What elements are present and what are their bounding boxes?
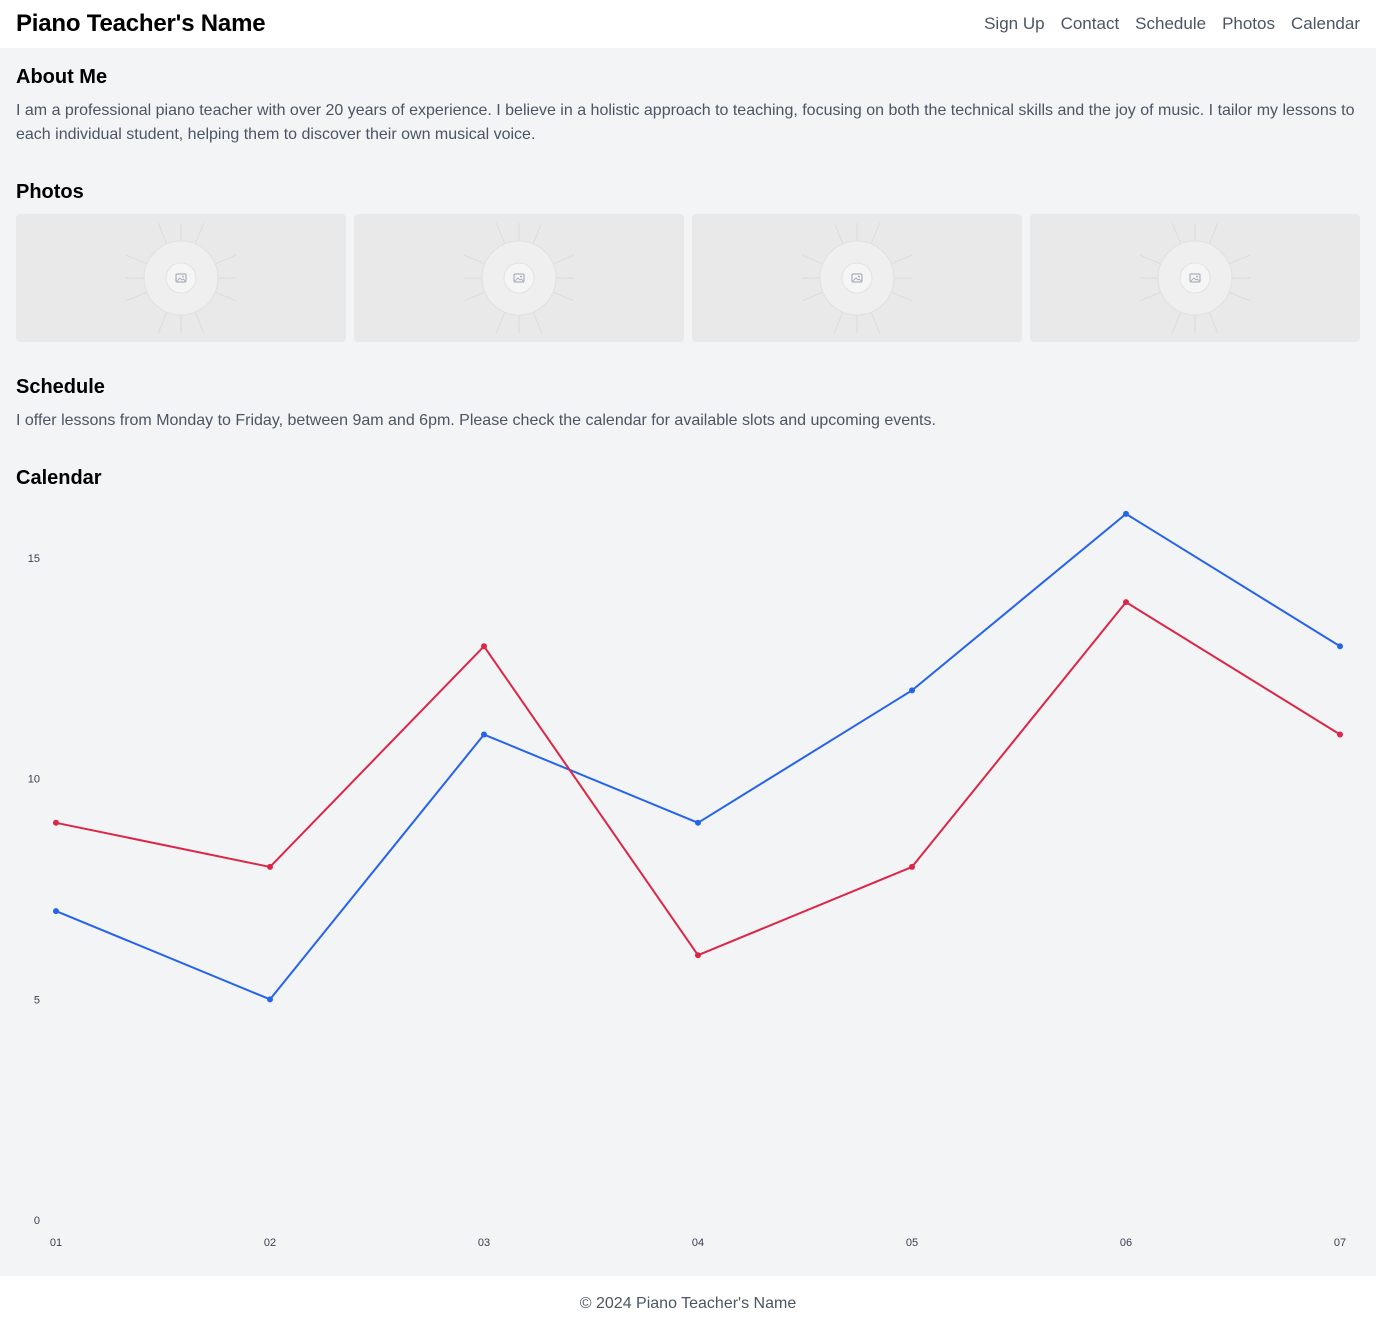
series-1-point xyxy=(1337,643,1343,650)
x-tick-label: 01 xyxy=(50,1237,62,1249)
calendar-section: Calendar xyxy=(16,467,1360,490)
y-tick-label: 15 xyxy=(28,553,40,565)
series-line-2 xyxy=(55,601,1341,957)
footer-copyright: © 2024 Piano Teacher's Name xyxy=(579,1295,797,1312)
photo-placeholder[interactable] xyxy=(354,214,684,342)
site-title: Piano Teacher's Name xyxy=(16,10,266,37)
series-1-point xyxy=(481,731,487,738)
photo-grid xyxy=(16,214,1360,342)
main-content: About Me I am a professional piano teach… xyxy=(0,66,1376,490)
calendar-heading: Calendar xyxy=(16,467,102,489)
y-tick-label: 0 xyxy=(34,1215,40,1227)
about-text: I am a professional piano teacher with o… xyxy=(16,102,1355,143)
x-tick-label: 02 xyxy=(264,1237,276,1249)
series-1-point xyxy=(695,819,701,826)
calendar-line-chart: 05101501 02 03 04 05 06 07 xyxy=(28,510,1346,1249)
x-tick-label: 06 xyxy=(1120,1237,1132,1249)
nav-contact[interactable]: Contact xyxy=(1061,14,1120,34)
photos-heading: Photos xyxy=(16,181,84,203)
x-tick-label: 04 xyxy=(692,1237,704,1249)
image-placeholder-icon xyxy=(464,223,574,333)
series-2-point xyxy=(1123,599,1129,606)
site-footer: © 2024 Piano Teacher's Name xyxy=(0,1276,1376,1332)
series-line-1 xyxy=(55,512,1341,1001)
about-heading: About Me xyxy=(16,66,108,88)
site-header: Piano Teacher's Name Sign Up Contact Sch… xyxy=(0,0,1376,48)
series-2-point xyxy=(267,863,273,870)
schedule-heading: Schedule xyxy=(16,376,105,398)
y-tick-label: 5 xyxy=(34,994,40,1006)
image-placeholder-icon xyxy=(802,223,912,333)
nav-schedule[interactable]: Schedule xyxy=(1135,14,1206,34)
x-tick-label: 03 xyxy=(478,1237,490,1249)
series-2-point xyxy=(695,952,701,959)
series-2-point xyxy=(1337,731,1343,738)
series-1-point xyxy=(1123,510,1129,517)
photo-placeholder[interactable] xyxy=(692,214,1022,342)
x-tick-label: 07 xyxy=(1334,1237,1346,1249)
photo-placeholder[interactable] xyxy=(16,214,346,342)
nav-photos[interactable]: Photos xyxy=(1222,14,1275,34)
schedule-text: I offer lessons from Monday to Friday, b… xyxy=(16,412,936,429)
series-1-point xyxy=(53,908,59,915)
x-tick-label: 05 xyxy=(906,1237,918,1249)
series-2-point xyxy=(53,819,59,826)
main-nav: Sign Up Contact Schedule Photos Calendar xyxy=(984,14,1360,34)
series-2-point xyxy=(481,643,487,650)
nav-calendar[interactable]: Calendar xyxy=(1291,14,1360,34)
about-section: About Me I am a professional piano teach… xyxy=(16,66,1360,147)
nav-sign-up[interactable]: Sign Up xyxy=(984,14,1044,34)
series-1-point xyxy=(909,687,915,694)
schedule-section: Schedule I offer lessons from Monday to … xyxy=(16,376,1360,433)
image-placeholder-icon xyxy=(126,223,236,333)
photo-placeholder[interactable] xyxy=(1030,214,1360,342)
series-2-point xyxy=(909,863,915,870)
image-placeholder-icon xyxy=(1140,223,1250,333)
series-1-point xyxy=(267,996,273,1003)
photos-section: Photos xyxy=(16,181,1360,342)
y-tick-label: 10 xyxy=(28,774,40,786)
